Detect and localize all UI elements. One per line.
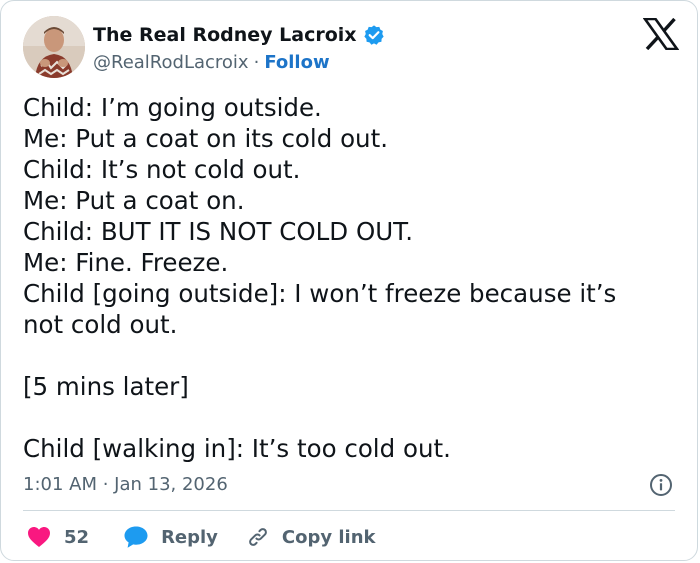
tweet-header: The Real Rodney Lacroix @RealRodLacroix … <box>23 16 680 80</box>
tweet-line: not cold out. <box>23 310 178 339</box>
author-block: The Real Rodney Lacroix @RealRodLacroix … <box>93 22 385 74</box>
timestamp[interactable]: 1:01 AM · Jan 13, 2026 <box>23 474 228 495</box>
tweet-line: [5 mins later] <box>23 372 189 401</box>
handle-row: @RealRodLacroix · Follow <box>93 50 385 74</box>
reply-button[interactable]: Reply <box>123 525 218 549</box>
follow-button[interactable]: Follow <box>264 52 329 73</box>
separator-dot: · <box>253 51 260 73</box>
divider <box>23 510 675 511</box>
tweet-line: Child [going outside]: I won’t freeze be… <box>23 279 617 308</box>
reply-label: Reply <box>161 526 218 548</box>
tweet-card: The Real Rodney Lacroix @RealRodLacroix … <box>0 0 698 561</box>
meta-row: 1:01 AM · Jan 13, 2026 <box>23 472 675 500</box>
avatar[interactable] <box>23 16 85 78</box>
tweet-line: Child [walking in]: It’s too cold out. <box>23 434 451 463</box>
verified-badge-icon <box>363 24 385 46</box>
tweet-line: Child: It’s not cold out. <box>23 155 301 184</box>
author-handle[interactable]: @RealRodLacroix <box>93 52 249 73</box>
like-count: 52 <box>64 526 90 548</box>
tweet-line: Child: BUT IT IS NOT COLD OUT. <box>23 217 414 246</box>
x-logo-icon[interactable] <box>642 17 680 51</box>
link-icon <box>246 525 270 549</box>
tweet-line: Me: Put a coat on. <box>23 186 245 215</box>
like-button[interactable]: 52 <box>27 526 89 548</box>
name-row: The Real Rodney Lacroix <box>93 22 385 48</box>
tweet-line: Child: I’m going outside. <box>23 93 322 122</box>
copy-link-label: Copy link <box>281 526 376 548</box>
tweet-line: Me: Put a coat on its cold out. <box>23 124 388 153</box>
action-bar: 52 Reply Copy link <box>27 521 376 553</box>
copy-link-button[interactable]: Copy link <box>246 525 376 549</box>
heart-icon <box>27 526 51 548</box>
avatar-image <box>23 16 85 78</box>
author-name[interactable]: The Real Rodney Lacroix <box>93 24 357 46</box>
speech-bubble-icon <box>123 525 149 549</box>
tweet-line: Me: Fine. Freeze. <box>23 248 229 277</box>
info-icon[interactable] <box>649 473 673 497</box>
tweet-text: Child: I’m going outside. Me: Put a coat… <box>23 92 667 464</box>
